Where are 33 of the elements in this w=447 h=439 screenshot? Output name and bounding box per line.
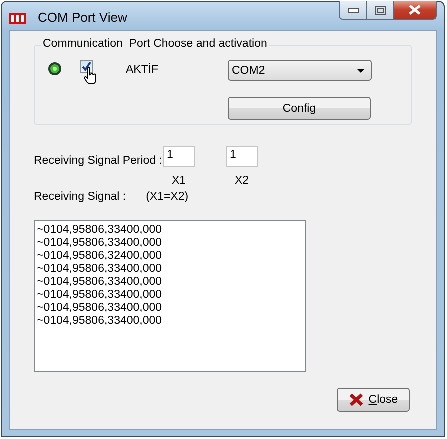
- signal-note: (X1=X2): [146, 191, 189, 203]
- maximize-icon: [374, 6, 386, 14]
- period-label: Receiving Signal Period :: [34, 155, 163, 167]
- signal-line: ~0104,95806,33400,000: [37, 263, 162, 276]
- maximize-button[interactable]: [367, 1, 394, 20]
- signal-line: ~0104,95806,33400,000: [37, 276, 162, 289]
- signal-line: ~0104,95806,33400,000: [37, 224, 162, 237]
- hand-cursor-icon: [84, 67, 98, 85]
- group-title: Communication Port Choose and activation: [41, 38, 270, 50]
- signal-line: ~0104,95806,33400,000: [37, 289, 162, 302]
- minimize-button[interactable]: [339, 1, 367, 20]
- config-button[interactable]: Config: [228, 97, 371, 120]
- signal-textarea[interactable]: ~0104,95806,33400,000 ~0104,95806,33400,000 ~0104,95806,32400,000 ~0104,95806,33400,000 ~0104,95806,33400,000 ~0104,95806,33400,000 ~0104,95806,33400,000 ~0104,95806,33400,000: [34, 220, 306, 372]
- dropdown-caret-icon: [357, 68, 365, 72]
- signal-label: Receiving Signal :: [34, 191, 126, 203]
- window-title: COM Port View: [38, 10, 128, 25]
- input-caption: X2: [234, 175, 250, 187]
- close-button[interactable]: [394, 1, 437, 20]
- active-checkbox[interactable]: [80, 60, 93, 73]
- signal-line: ~0104,95806,32400,000: [37, 250, 162, 263]
- close-icon: [409, 5, 421, 15]
- x-mark-icon: [348, 393, 364, 407]
- close-dialog-button[interactable]: Close: [337, 388, 410, 412]
- signal-line: ~0104,95806,33400,000: [37, 315, 162, 328]
- minimize-icon: [348, 8, 358, 12]
- signal-line: ~0104,95806,33400,000: [37, 302, 162, 315]
- period-input[interactable]: 1: [226, 146, 258, 167]
- period-input[interactable]: 1: [163, 146, 195, 167]
- input-caption: X1: [172, 175, 186, 187]
- active-label: AKTİF: [126, 64, 159, 76]
- app-logo-icon: [9, 12, 26, 24]
- signal-line: ~0104,95806,33400,000: [37, 237, 162, 250]
- port-dropdown[interactable]: COM2: [228, 60, 372, 81]
